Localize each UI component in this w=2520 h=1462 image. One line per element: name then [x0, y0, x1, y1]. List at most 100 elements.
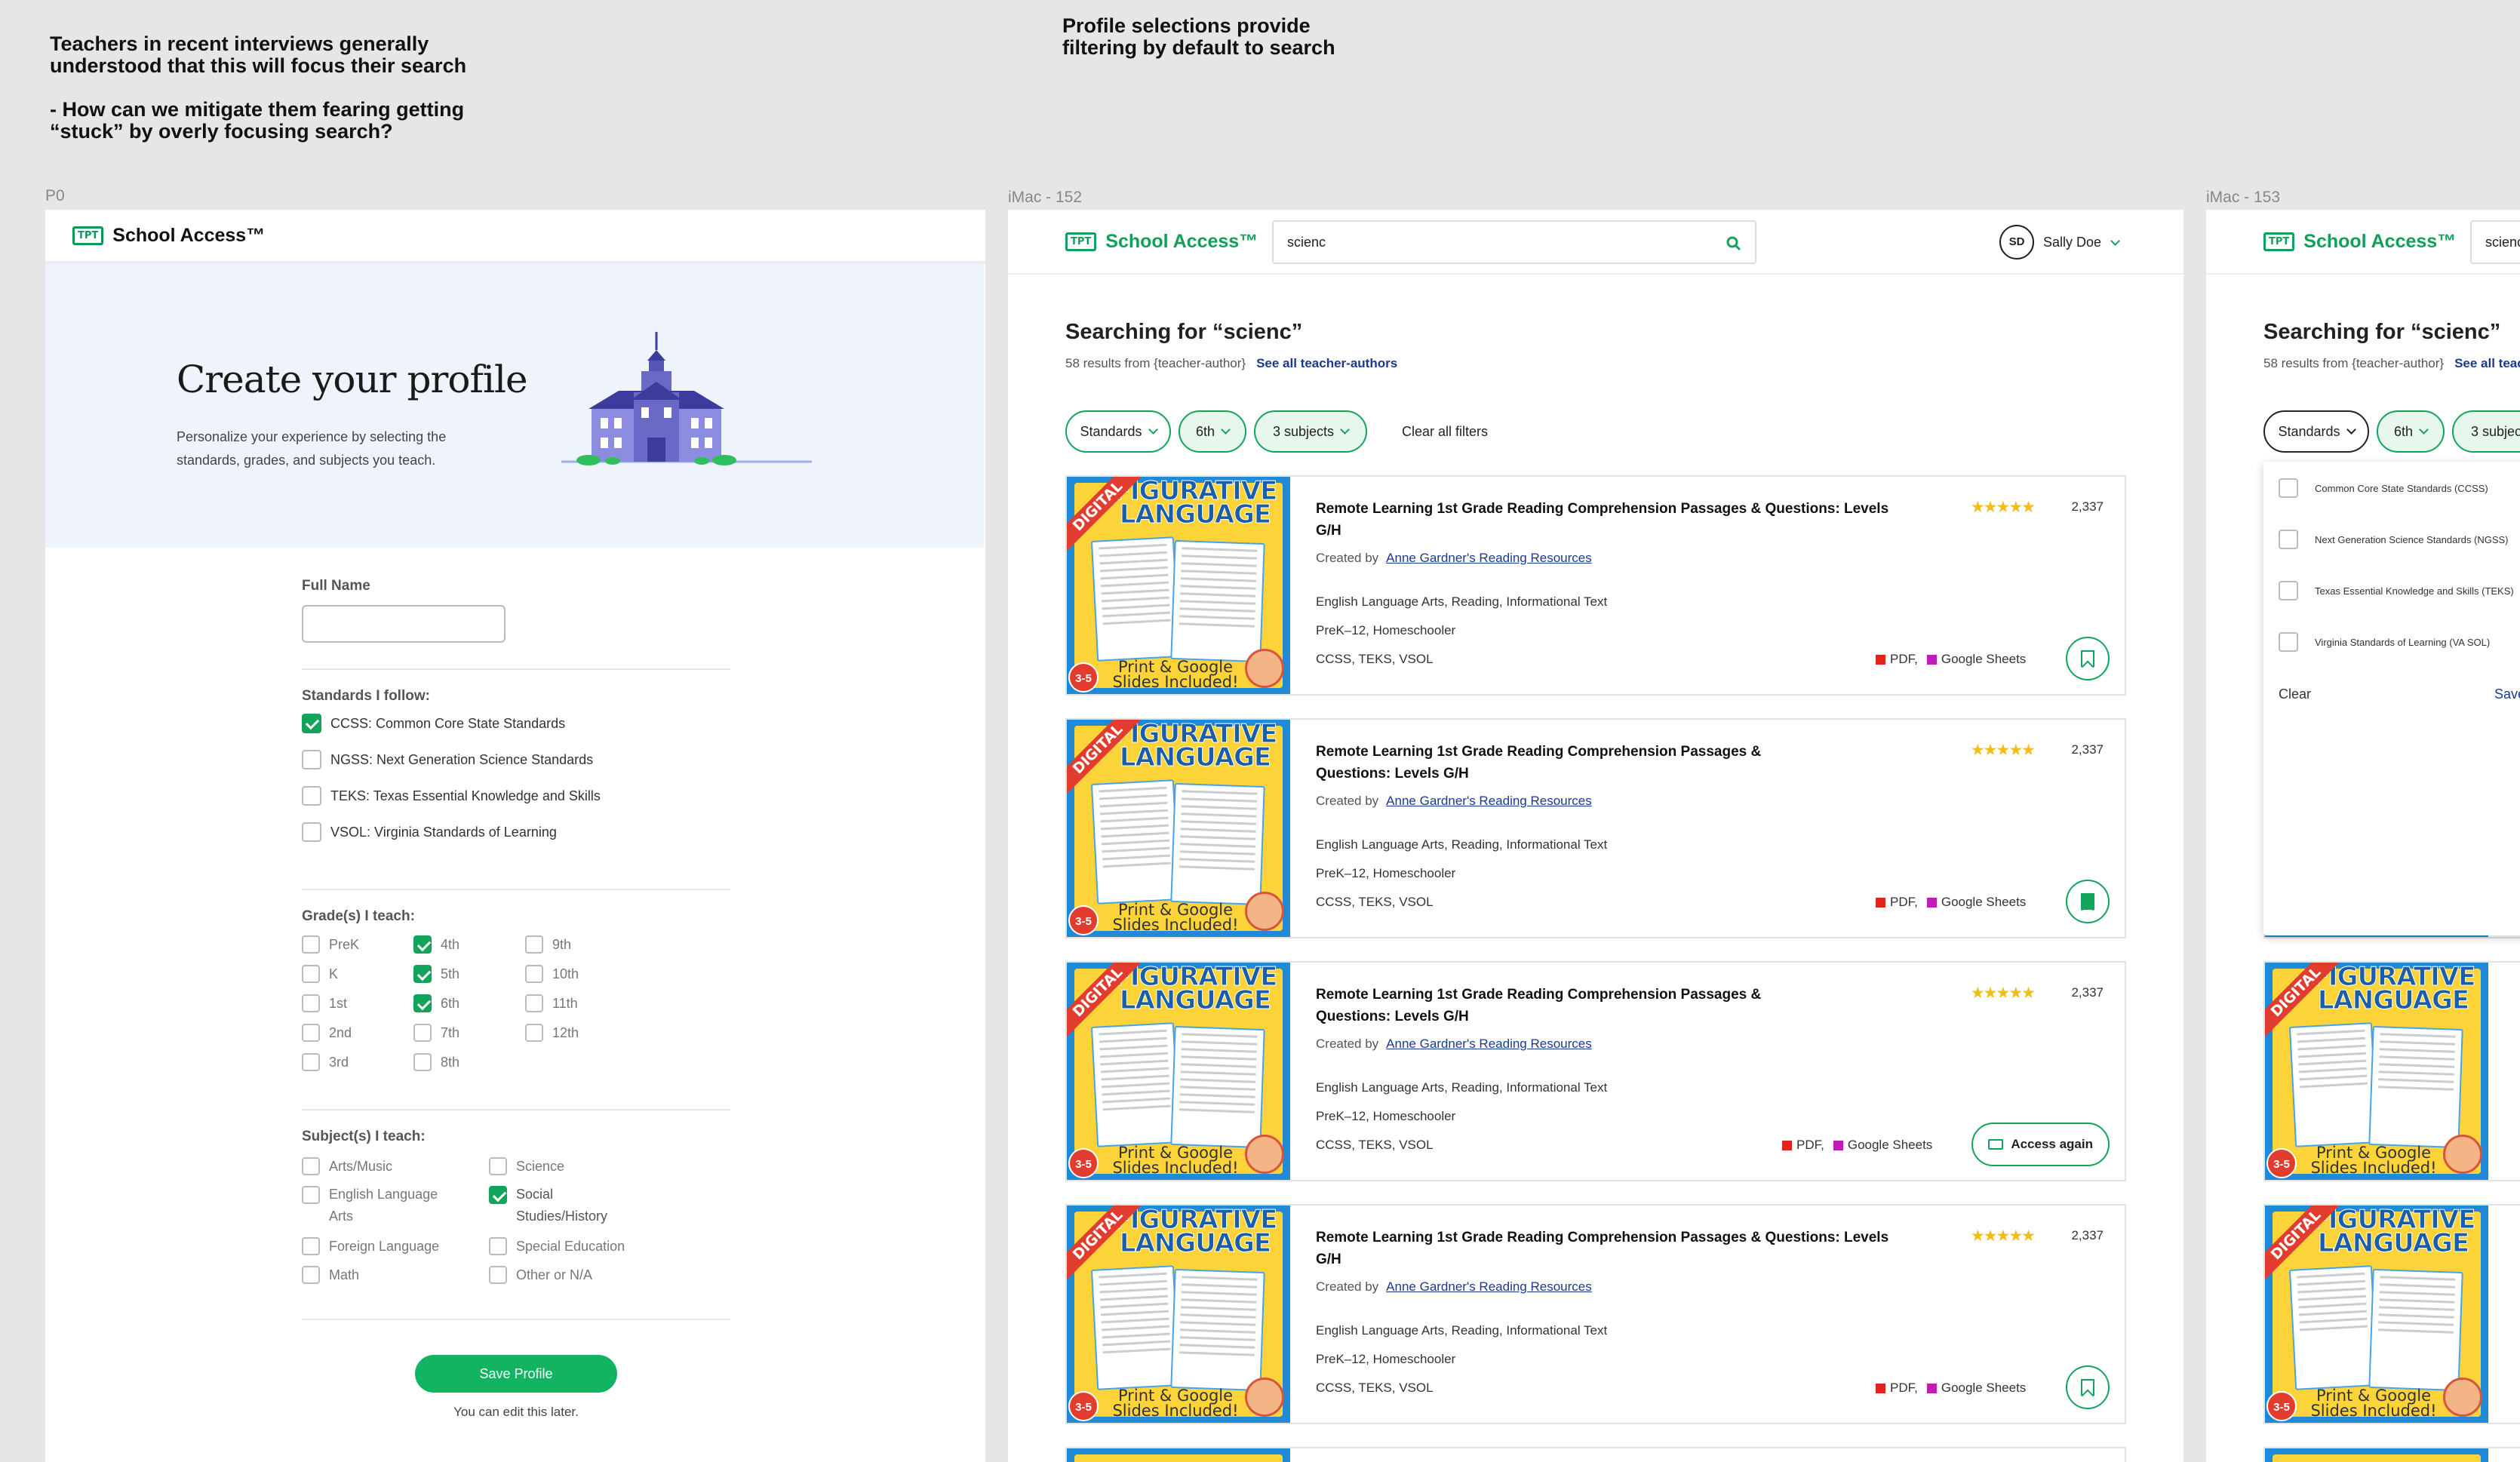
logo[interactable]: TPT School Access™ — [72, 225, 265, 247]
resource-title[interactable]: Remote Learning 1st Grade Reading Compre… — [1316, 1227, 1889, 1270]
resource-thumbnail[interactable]: FIGURATIVE LANGUAGEDIGITALPrint & Google… — [2265, 963, 2488, 1180]
checkbox[interactable] — [525, 1024, 543, 1042]
grade-2nd[interactable]: 2nd — [302, 1024, 352, 1042]
resource-title[interactable]: Remote Learning 1st Grade Reading Compre… — [1316, 984, 1829, 1027]
grade-5th[interactable]: 5th — [413, 965, 459, 983]
checkbox[interactable] — [302, 1237, 320, 1255]
avatar[interactable]: SD — [1999, 225, 2034, 260]
checkbox[interactable] — [302, 786, 321, 806]
standard-ccss[interactable]: CCSS: Common Core State Standards — [302, 714, 565, 733]
checkbox[interactable] — [525, 994, 543, 1012]
filter-grade[interactable]: 6th — [2377, 410, 2445, 453]
search-input[interactable]: scienc — [1272, 220, 1756, 264]
filter-subjects[interactable]: 3 subjects — [1254, 410, 1367, 453]
checkbox[interactable] — [302, 965, 320, 983]
resource-thumbnail[interactable]: FIGURATIVE LANGUAGE DIGITAL Print & Goog… — [1067, 1206, 1290, 1423]
resource-card[interactable]: FIGURATIVE LANGUAGE DIGITAL Print & Goog… — [1065, 961, 2126, 1181]
checkbox[interactable] — [413, 935, 432, 954]
checkbox[interactable] — [302, 1157, 320, 1175]
filter-standards[interactable]: Standards — [1065, 410, 1171, 453]
filter-standards[interactable]: Standards — [2263, 410, 2369, 453]
subject-science[interactable]: Science — [489, 1157, 564, 1175]
subject-other[interactable]: Other or N/A — [489, 1266, 592, 1284]
checkbox[interactable] — [302, 822, 321, 842]
full-name-input[interactable] — [302, 605, 506, 643]
dropdown-save-button[interactable]: Save — [2494, 686, 2520, 702]
checkbox[interactable] — [302, 994, 320, 1012]
checkbox[interactable] — [489, 1157, 507, 1175]
standard-vsol[interactable]: VSOL: Virginia Standards of Learning — [302, 822, 557, 842]
author-link[interactable]: Anne Gardner's Reading Resources — [1386, 1037, 1592, 1051]
subject-ela[interactable]: English Language Arts — [302, 1186, 465, 1227]
checkbox[interactable] — [525, 935, 543, 954]
checkbox[interactable] — [413, 1053, 432, 1071]
checkbox[interactable] — [525, 965, 543, 983]
resource-title[interactable]: Remote Learning 1st Grade Reading Compre… — [1316, 741, 1829, 785]
checkbox[interactable] — [489, 1237, 507, 1255]
search-input[interactable]: scienc — [2470, 220, 2520, 264]
checkbox[interactable] — [302, 935, 320, 954]
checkbox[interactable] — [2279, 581, 2298, 600]
resource-card[interactable]: FIGURATIVE LANGUAGE DIGITAL Print & Goog… — [1065, 718, 2126, 938]
bookmark-button[interactable] — [2066, 1365, 2110, 1409]
dropdown-option-vasol[interactable]: Virginia Standards of Learning (VA SOL) — [2279, 632, 2490, 652]
resource-card[interactable]: FIGURATIVE LANGUAGE DIGITAL Print & Goog… — [1065, 1204, 2126, 1424]
checkbox[interactable] — [2279, 530, 2298, 549]
bookmarked-button[interactable] — [2066, 880, 2110, 923]
filter-subjects[interactable]: 3 subjects — [2452, 410, 2520, 453]
filter-grade[interactable]: 6th — [1179, 410, 1246, 453]
checkbox[interactable] — [413, 994, 432, 1012]
resource-title[interactable]: Remote Learning 1st Grade Reading Compre… — [1316, 498, 1889, 542]
bookmark-button[interactable] — [2066, 637, 2110, 680]
standard-ngss[interactable]: NGSS: Next Generation Science Standards — [302, 750, 593, 769]
author-link[interactable]: Anne Gardner's Reading Resources — [1386, 551, 1592, 565]
subject-social-studies[interactable]: Social Studies/History — [489, 1186, 637, 1227]
checkbox[interactable] — [489, 1266, 507, 1284]
grade-11th[interactable]: 11th — [525, 994, 578, 1012]
author-link[interactable]: Anne Gardner's Reading Resources — [1386, 794, 1592, 808]
subject-foreign-language[interactable]: Foreign Language — [302, 1237, 439, 1255]
grade-1st[interactable]: 1st — [302, 994, 347, 1012]
subject-math[interactable]: Math — [302, 1266, 359, 1284]
checkbox[interactable] — [302, 1186, 320, 1204]
resource-thumbnail[interactable]: FIGURATIVE LANGUAGE DIGITAL Print & Goog… — [1067, 477, 1290, 694]
grade-k[interactable]: K — [302, 965, 338, 983]
resource-card[interactable]: FIGURATIVE LANGUAGEDIGITALPrint & Google… — [2263, 1204, 2520, 1424]
save-profile-button[interactable]: Save Profile — [415, 1355, 617, 1393]
grade-12th[interactable]: 12th — [525, 1024, 579, 1042]
subject-special-education[interactable]: Special Education — [489, 1237, 625, 1255]
checkbox[interactable] — [302, 1266, 320, 1284]
grade-10th[interactable]: 10th — [525, 965, 579, 983]
resource-card[interactable]: FIGURATIVE LANGUAGEDIGITALPrint & Google… — [2263, 961, 2520, 1181]
clear-all-filters[interactable]: Clear all filters — [1402, 424, 1488, 440]
dropdown-option-teks[interactable]: Texas Essential Knowledge and Skills (TE… — [2279, 581, 2514, 600]
search-icon[interactable] — [1726, 236, 1741, 251]
checkbox[interactable] — [302, 1024, 320, 1042]
logo[interactable]: TPT School Access™ — [2263, 231, 2456, 253]
resource-thumbnail[interactable]: FIGURATIVE LANGUAGEDIGITALPrint & Google… — [2265, 1206, 2488, 1423]
resource-card[interactable]: FIGURATIVE LANGUAGE DIGITAL Print & Goog… — [1065, 475, 2126, 696]
resource-thumbnail[interactable]: FIGURATIVE LANGUAGE DIGITAL Print & Goog… — [1067, 720, 1290, 937]
grade-prek[interactable]: PreK — [302, 935, 359, 954]
see-all-link[interactable]: See all teacher-authors — [2454, 356, 2520, 370]
subject-arts-music[interactable]: Arts/Music — [302, 1157, 392, 1175]
checkbox[interactable] — [302, 1053, 320, 1071]
dropdown-option-ngss[interactable]: Next Generation Science Standards (NGSS) — [2279, 530, 2509, 549]
grade-4th[interactable]: 4th — [413, 935, 459, 954]
checkbox[interactable] — [413, 1024, 432, 1042]
dropdown-option-ccss[interactable]: Common Core State Standards (CCSS) — [2279, 478, 2488, 498]
grade-3rd[interactable]: 3rd — [302, 1053, 349, 1071]
grade-7th[interactable]: 7th — [413, 1024, 459, 1042]
checkbox[interactable] — [2279, 632, 2298, 652]
checkbox[interactable] — [2279, 478, 2298, 498]
resource-card-partial[interactable] — [1065, 1447, 2126, 1462]
user-menu[interactable]: Sally Doe — [2043, 235, 2120, 250]
access-again-button[interactable]: Access again — [1971, 1123, 2110, 1166]
see-all-link[interactable]: See all teacher-authors — [1256, 356, 1397, 370]
grade-8th[interactable]: 8th — [413, 1053, 459, 1071]
standard-teks[interactable]: TEKS: Texas Essential Knowledge and Skil… — [302, 786, 601, 806]
checkbox[interactable] — [302, 714, 321, 733]
logo[interactable]: TPT School Access™ — [1065, 231, 1258, 253]
checkbox[interactable] — [413, 965, 432, 983]
resource-card-partial[interactable] — [2263, 1447, 2520, 1462]
